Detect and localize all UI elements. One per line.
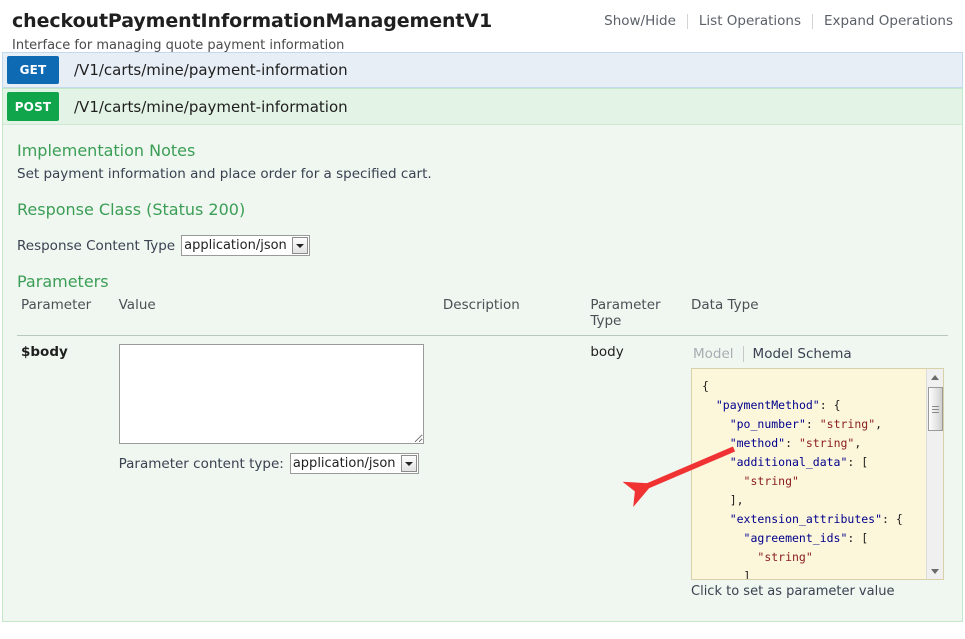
schema-tabs: Model Model Schema bbox=[691, 344, 944, 368]
parameter-name-body: $body bbox=[17, 336, 115, 604]
parameter-content-type-label: Parameter content type: bbox=[119, 456, 284, 472]
operation-post-body: Implementation Notes Set payment informa… bbox=[2, 124, 963, 622]
tab-model-schema[interactable]: Model Schema bbox=[744, 346, 861, 362]
model-schema-scrollbar[interactable] bbox=[926, 369, 943, 579]
table-row: $body Parameter content type: applicatio… bbox=[17, 336, 948, 604]
model-schema-box[interactable]: { "paymentMethod": { "po_number": "strin… bbox=[691, 368, 944, 580]
operation-get: GET /V1/carts/mine/payment-information bbox=[2, 52, 963, 88]
parameters-table: Parameter Value Description Parameter Ty… bbox=[17, 295, 948, 603]
column-header-parameter-type: Parameter Type bbox=[586, 295, 687, 336]
column-header-parameter: Parameter bbox=[17, 295, 115, 336]
tab-model[interactable]: Model bbox=[691, 346, 743, 362]
scroll-up-arrow-icon[interactable] bbox=[927, 369, 943, 385]
implementation-notes-heading: Implementation Notes bbox=[17, 141, 948, 160]
model-schema-code[interactable]: { "paymentMethod": { "po_number": "strin… bbox=[692, 369, 943, 580]
resource-header: checkoutPaymentInformationManagementV1 I… bbox=[0, 0, 965, 52]
http-method-badge-post: POST bbox=[7, 92, 59, 121]
column-header-value: Value bbox=[115, 295, 439, 336]
response-content-type-select-wrap[interactable]: application/jsonapplication/xml bbox=[181, 235, 310, 256]
response-class-heading: Response Class (Status 200) bbox=[17, 200, 948, 219]
list-operations-link[interactable]: List Operations bbox=[688, 13, 812, 29]
parameter-description-cell bbox=[439, 336, 586, 604]
body-textarea[interactable] bbox=[119, 344, 424, 444]
operation-post: POST /V1/carts/mine/payment-information … bbox=[2, 88, 963, 622]
response-content-type-label: Response Content Type bbox=[17, 238, 175, 254]
parameters-table-header-row: Parameter Value Description Parameter Ty… bbox=[17, 295, 948, 336]
expand-operations-link[interactable]: Expand Operations bbox=[813, 13, 957, 29]
model-schema-caption: Click to set as parameter value bbox=[691, 580, 944, 599]
parameter-value-cell: Parameter content type: application/json… bbox=[115, 336, 439, 604]
parameters-heading: Parameters bbox=[17, 272, 948, 291]
response-content-type-row: Response Content Type application/jsonap… bbox=[17, 235, 948, 256]
column-header-description: Description bbox=[439, 295, 586, 336]
show-hide-link[interactable]: Show/Hide bbox=[593, 13, 687, 29]
parameter-content-type-select-wrap[interactable]: application/jsonapplication/xml bbox=[290, 453, 419, 474]
data-type-cell: Model Model Schema { "paymentMethod": { … bbox=[687, 336, 948, 604]
operation-post-header[interactable]: POST /V1/carts/mine/payment-information bbox=[2, 88, 963, 124]
http-method-badge-get: GET bbox=[7, 56, 59, 84]
resource-title-text: checkoutPaymentInformationManagementV1 bbox=[12, 8, 492, 34]
parameter-content-type-select[interactable]: application/jsonapplication/xml bbox=[290, 453, 419, 474]
operation-get-header[interactable]: GET /V1/carts/mine/payment-information bbox=[2, 52, 963, 88]
scroll-down-arrow-icon[interactable] bbox=[927, 563, 943, 579]
parameter-type-cell: body bbox=[586, 336, 687, 604]
response-content-type-select[interactable]: application/jsonapplication/xml bbox=[181, 235, 310, 256]
implementation-notes-text: Set payment information and place order … bbox=[17, 164, 948, 184]
parameter-content-type-row: Parameter content type: application/json… bbox=[119, 453, 435, 474]
resource-options: Show/Hide List Operations Expand Operati… bbox=[593, 13, 957, 29]
column-header-parameter-type-line1: Parameter bbox=[590, 297, 660, 313]
column-header-data-type: Data Type bbox=[687, 295, 948, 336]
operation-post-path[interactable]: /V1/carts/mine/payment-information bbox=[59, 89, 348, 124]
scrollbar-thumb[interactable] bbox=[928, 387, 943, 431]
operation-get-path[interactable]: /V1/carts/mine/payment-information bbox=[59, 53, 348, 87]
column-header-parameter-type-line2: Type bbox=[590, 313, 621, 329]
